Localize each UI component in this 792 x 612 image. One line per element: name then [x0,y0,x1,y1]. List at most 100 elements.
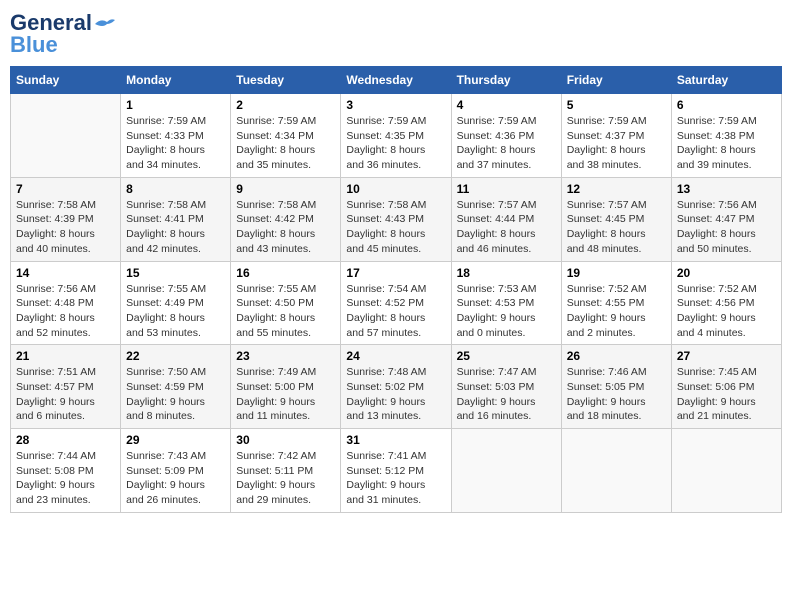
day-info: Sunrise: 7:46 AM Sunset: 5:05 PM Dayligh… [567,365,666,424]
calendar-header-row: SundayMondayTuesdayWednesdayThursdayFrid… [11,67,782,94]
calendar-header-cell: Sunday [11,67,121,94]
calendar-day-cell: 14 Sunrise: 7:56 AM Sunset: 4:48 PM Dayli… [11,261,121,345]
day-number: 4 [457,98,556,112]
calendar-week-row: 28 Sunrise: 7:44 AM Sunset: 5:08 PM Dayli… [11,429,782,513]
calendar-day-cell: 19Sunrise: 7:52 AM Sunset: 4:55 PM Dayli… [561,261,671,345]
day-number: 10 [346,182,445,196]
calendar-day-cell: 5Sunrise: 7:59 AM Sunset: 4:37 PM Daylig… [561,94,671,178]
day-info: Sunrise: 7:55 AM Sunset: 4:50 PM Dayligh… [236,282,335,341]
day-number: 12 [567,182,666,196]
day-number: 11 [457,182,556,196]
calendar-day-cell: 16 Sunrise: 7:55 AM Sunset: 4:50 PM Dayli… [231,261,341,345]
calendar-day-cell: 23 Sunrise: 7:49 AM Sunset: 5:00 PM Dayli… [231,345,341,429]
calendar-day-cell: 3Sunrise: 7:59 AM Sunset: 4:35 PM Daylig… [341,94,451,178]
day-number: 28 [16,433,115,447]
calendar-day-cell: 8Sunrise: 7:58 AM Sunset: 4:41 PM Daylig… [121,177,231,261]
calendar-day-cell: 1 Sunrise: 7:59 AM Sunset: 4:33 PM Daylig… [121,94,231,178]
day-info: Sunrise: 7:53 AM Sunset: 4:53 PM Dayligh… [457,282,556,341]
day-info: Sunrise: 7:52 AM Sunset: 4:56 PM Dayligh… [677,282,776,341]
day-info: Sunrise: 7:52 AM Sunset: 4:55 PM Dayligh… [567,282,666,341]
calendar-week-row: 14 Sunrise: 7:56 AM Sunset: 4:48 PM Dayli… [11,261,782,345]
calendar-day-cell: 9Sunrise: 7:58 AM Sunset: 4:42 PM Daylig… [231,177,341,261]
day-number: 25 [457,349,556,363]
calendar-day-cell: 6 Sunrise: 7:59 AM Sunset: 4:38 PM Daylig… [671,94,781,178]
calendar-day-cell: 4 Sunrise: 7:59 AM Sunset: 4:36 PM Daylig… [451,94,561,178]
day-number: 18 [457,266,556,280]
calendar-table: SundayMondayTuesdayWednesdayThursdayFrid… [10,66,782,513]
calendar-header-cell: Monday [121,67,231,94]
calendar-day-cell: 17 Sunrise: 7:54 AM Sunset: 4:52 PM Dayli… [341,261,451,345]
calendar-week-row: 21Sunrise: 7:51 AM Sunset: 4:57 PM Dayli… [11,345,782,429]
day-info: Sunrise: 7:59 AM Sunset: 4:33 PM Dayligh… [126,114,225,173]
day-number: 30 [236,433,335,447]
calendar-day-cell: 27Sunrise: 7:45 AM Sunset: 5:06 PM Dayli… [671,345,781,429]
day-number: 2 [236,98,335,112]
calendar-day-cell: 30 Sunrise: 7:42 AM Sunset: 5:11 PM Dayli… [231,429,341,513]
day-number: 1 [126,98,225,112]
day-info: Sunrise: 7:59 AM Sunset: 4:36 PM Dayligh… [457,114,556,173]
day-info: Sunrise: 7:48 AM Sunset: 5:02 PM Dayligh… [346,365,445,424]
day-info: Sunrise: 7:54 AM Sunset: 4:52 PM Dayligh… [346,282,445,341]
calendar-header-cell: Tuesday [231,67,341,94]
calendar-day-cell: 28 Sunrise: 7:44 AM Sunset: 5:08 PM Dayli… [11,429,121,513]
day-number: 27 [677,349,776,363]
calendar-header-cell: Thursday [451,67,561,94]
day-info: Sunrise: 7:42 AM Sunset: 5:11 PM Dayligh… [236,449,335,508]
page-header: General Blue [10,10,782,58]
calendar-day-cell: 22 Sunrise: 7:50 AM Sunset: 4:59 PM Dayli… [121,345,231,429]
day-info: Sunrise: 7:58 AM Sunset: 4:39 PM Dayligh… [16,198,115,257]
calendar-header-cell: Friday [561,67,671,94]
day-number: 16 [236,266,335,280]
day-info: Sunrise: 7:43 AM Sunset: 5:09 PM Dayligh… [126,449,225,508]
calendar-week-row: 1 Sunrise: 7:59 AM Sunset: 4:33 PM Daylig… [11,94,782,178]
day-info: Sunrise: 7:57 AM Sunset: 4:45 PM Dayligh… [567,198,666,257]
calendar-day-cell: 26 Sunrise: 7:46 AM Sunset: 5:05 PM Dayli… [561,345,671,429]
day-number: 7 [16,182,115,196]
calendar-day-cell [451,429,561,513]
calendar-header-cell: Saturday [671,67,781,94]
day-info: Sunrise: 7:57 AM Sunset: 4:44 PM Dayligh… [457,198,556,257]
day-info: Sunrise: 7:59 AM Sunset: 4:34 PM Dayligh… [236,114,335,173]
day-info: Sunrise: 7:56 AM Sunset: 4:47 PM Dayligh… [677,198,776,257]
calendar-day-cell: 2 Sunrise: 7:59 AM Sunset: 4:34 PM Daylig… [231,94,341,178]
calendar-day-cell: 10Sunrise: 7:58 AM Sunset: 4:43 PM Dayli… [341,177,451,261]
calendar-header-cell: Wednesday [341,67,451,94]
calendar-day-cell [11,94,121,178]
day-number: 24 [346,349,445,363]
calendar-day-cell: 25 Sunrise: 7:47 AM Sunset: 5:03 PM Dayli… [451,345,561,429]
day-number: 14 [16,266,115,280]
day-number: 3 [346,98,445,112]
logo: General Blue [10,10,115,58]
day-info: Sunrise: 7:56 AM Sunset: 4:48 PM Dayligh… [16,282,115,341]
day-number: 23 [236,349,335,363]
day-number: 26 [567,349,666,363]
day-info: Sunrise: 7:55 AM Sunset: 4:49 PM Dayligh… [126,282,225,341]
calendar-day-cell: 13 Sunrise: 7:56 AM Sunset: 4:47 PM Dayli… [671,177,781,261]
calendar-day-cell: 31 Sunrise: 7:41 AM Sunset: 5:12 PM Dayli… [341,429,451,513]
day-number: 20 [677,266,776,280]
day-number: 8 [126,182,225,196]
bird-icon [93,16,115,32]
calendar-day-cell: 21Sunrise: 7:51 AM Sunset: 4:57 PM Dayli… [11,345,121,429]
calendar-body: 1 Sunrise: 7:59 AM Sunset: 4:33 PM Daylig… [11,94,782,513]
calendar-day-cell: 11 Sunrise: 7:57 AM Sunset: 4:44 PM Dayli… [451,177,561,261]
day-info: Sunrise: 7:59 AM Sunset: 4:38 PM Dayligh… [677,114,776,173]
calendar-day-cell: 12 Sunrise: 7:57 AM Sunset: 4:45 PM Dayli… [561,177,671,261]
day-info: Sunrise: 7:50 AM Sunset: 4:59 PM Dayligh… [126,365,225,424]
day-number: 31 [346,433,445,447]
day-info: Sunrise: 7:49 AM Sunset: 5:00 PM Dayligh… [236,365,335,424]
day-number: 13 [677,182,776,196]
day-info: Sunrise: 7:47 AM Sunset: 5:03 PM Dayligh… [457,365,556,424]
calendar-day-cell: 15Sunrise: 7:55 AM Sunset: 4:49 PM Dayli… [121,261,231,345]
day-number: 6 [677,98,776,112]
day-number: 21 [16,349,115,363]
calendar-week-row: 7 Sunrise: 7:58 AM Sunset: 4:39 PM Daylig… [11,177,782,261]
calendar-day-cell [671,429,781,513]
day-number: 9 [236,182,335,196]
day-number: 5 [567,98,666,112]
day-info: Sunrise: 7:41 AM Sunset: 5:12 PM Dayligh… [346,449,445,508]
day-info: Sunrise: 7:44 AM Sunset: 5:08 PM Dayligh… [16,449,115,508]
day-number: 22 [126,349,225,363]
day-number: 29 [126,433,225,447]
day-number: 17 [346,266,445,280]
